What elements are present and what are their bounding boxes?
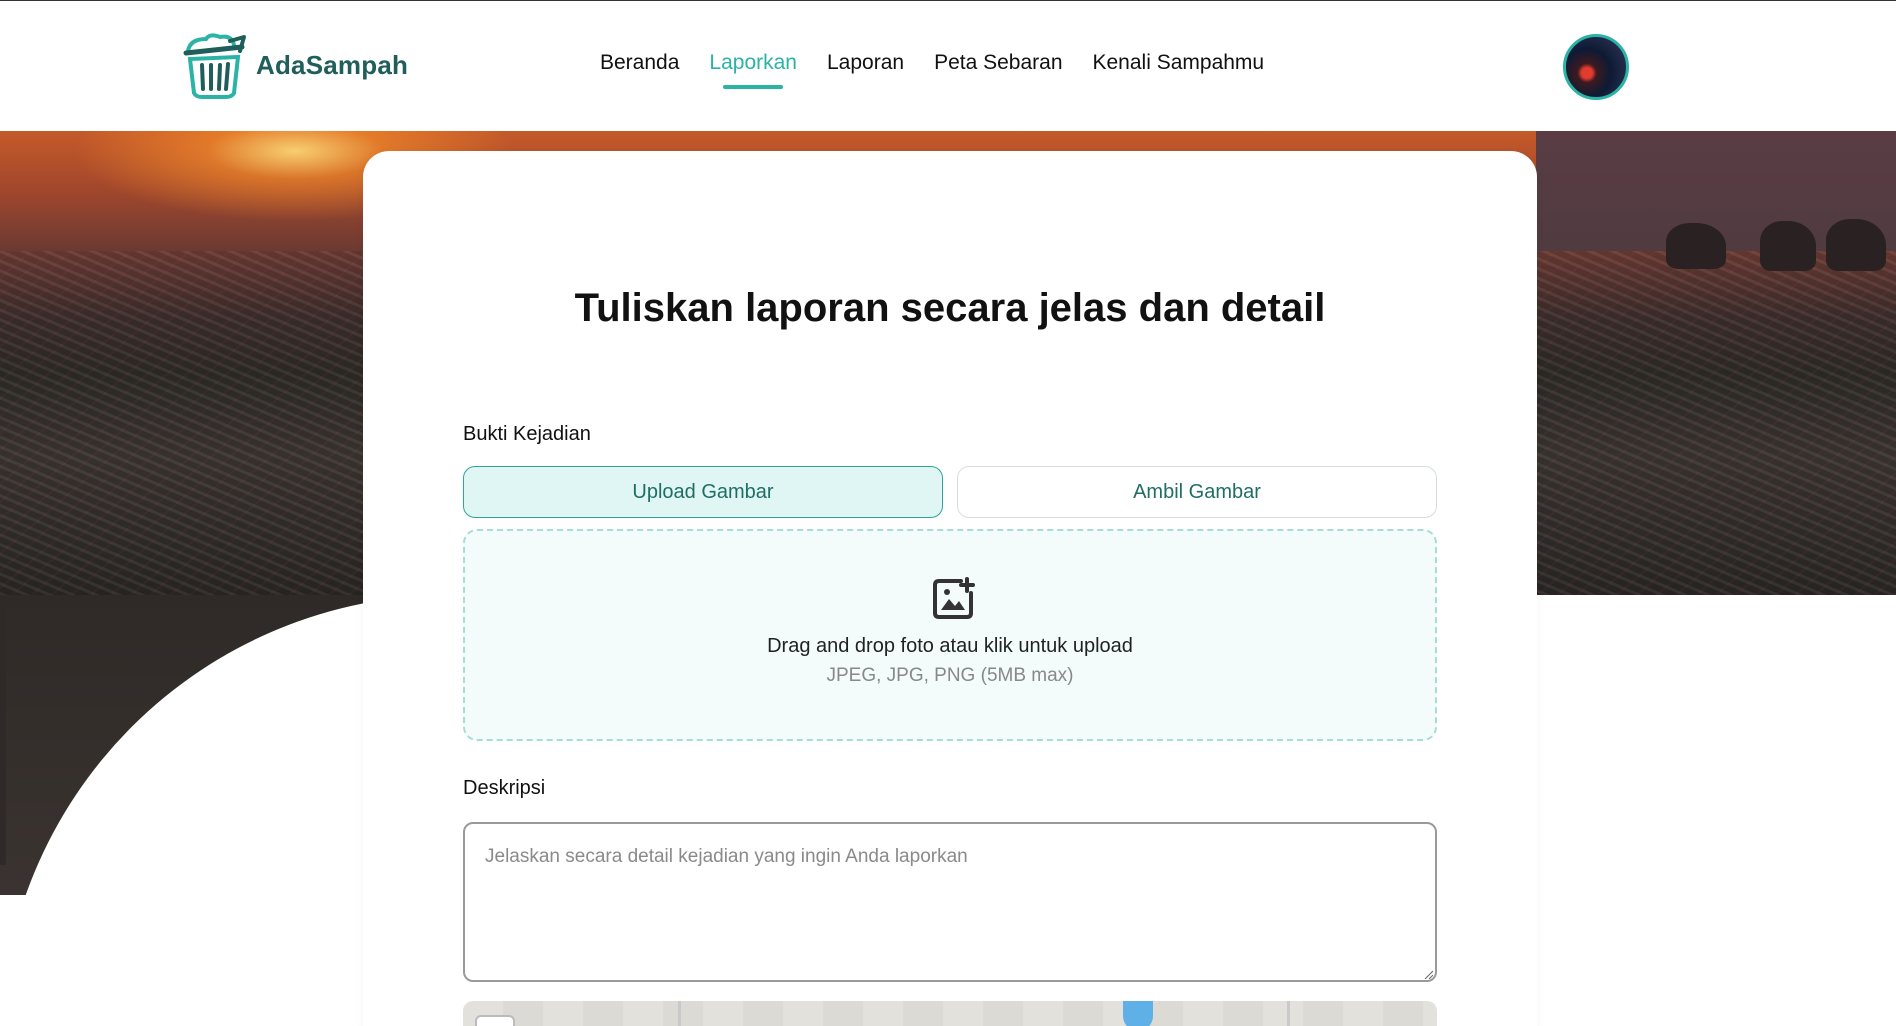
take-photo-button[interactable]: Ambil Gambar (957, 466, 1437, 518)
nav-item-beranda[interactable]: Beranda (600, 51, 679, 89)
report-form-card: Tuliskan laporan secara jelas dan detail… (363, 151, 1537, 1026)
map-zoom-control[interactable] (475, 1015, 515, 1026)
evidence-label: Bukti Kejadian (463, 423, 591, 445)
elephant-silhouette (1666, 223, 1726, 269)
add-photo-icon (933, 577, 975, 619)
description-textarea[interactable] (463, 822, 1437, 982)
site-header: AdaSampah Beranda Laporkan Laporan Peta … (0, 1, 1896, 131)
nav-item-laporkan[interactable]: Laporkan (709, 51, 797, 89)
brand-name: AdaSampah (256, 49, 409, 80)
nav-item-kenali-sampahmu[interactable]: Kenali Sampahmu (1093, 51, 1265, 89)
nav-item-laporan[interactable]: Laporan (827, 51, 904, 89)
dropzone-instruction: Drag and drop foto atau klik untuk uploa… (767, 635, 1133, 657)
nav-item-peta-sebaran[interactable]: Peta Sebaran (934, 51, 1062, 89)
main-nav: Beranda Laporkan Laporan Peta Sebaran Ke… (600, 51, 1294, 89)
page-title: Tuliskan laporan secara jelas dan detail (574, 286, 1326, 330)
user-avatar[interactable] (1563, 34, 1629, 100)
description-label: Deskripsi (463, 777, 546, 799)
map-water-area (1123, 1001, 1153, 1026)
location-map[interactable] (463, 1001, 1437, 1026)
brand-logo[interactable]: AdaSampah (180, 31, 408, 99)
elephant-silhouette (1826, 219, 1886, 271)
upload-image-button[interactable]: Upload Gambar (463, 466, 943, 518)
resize-grip-icon[interactable] (1423, 969, 1433, 979)
elephant-silhouette (1760, 221, 1816, 271)
dropzone-file-types: JPEG, JPG, PNG (5MB max) (826, 665, 1074, 686)
image-dropzone[interactable]: Drag and drop foto atau klik untuk uploa… (463, 529, 1437, 741)
trash-bin-logo-icon (183, 33, 246, 99)
hero-curve-edge (0, 595, 6, 865)
hero-curve (0, 595, 400, 895)
